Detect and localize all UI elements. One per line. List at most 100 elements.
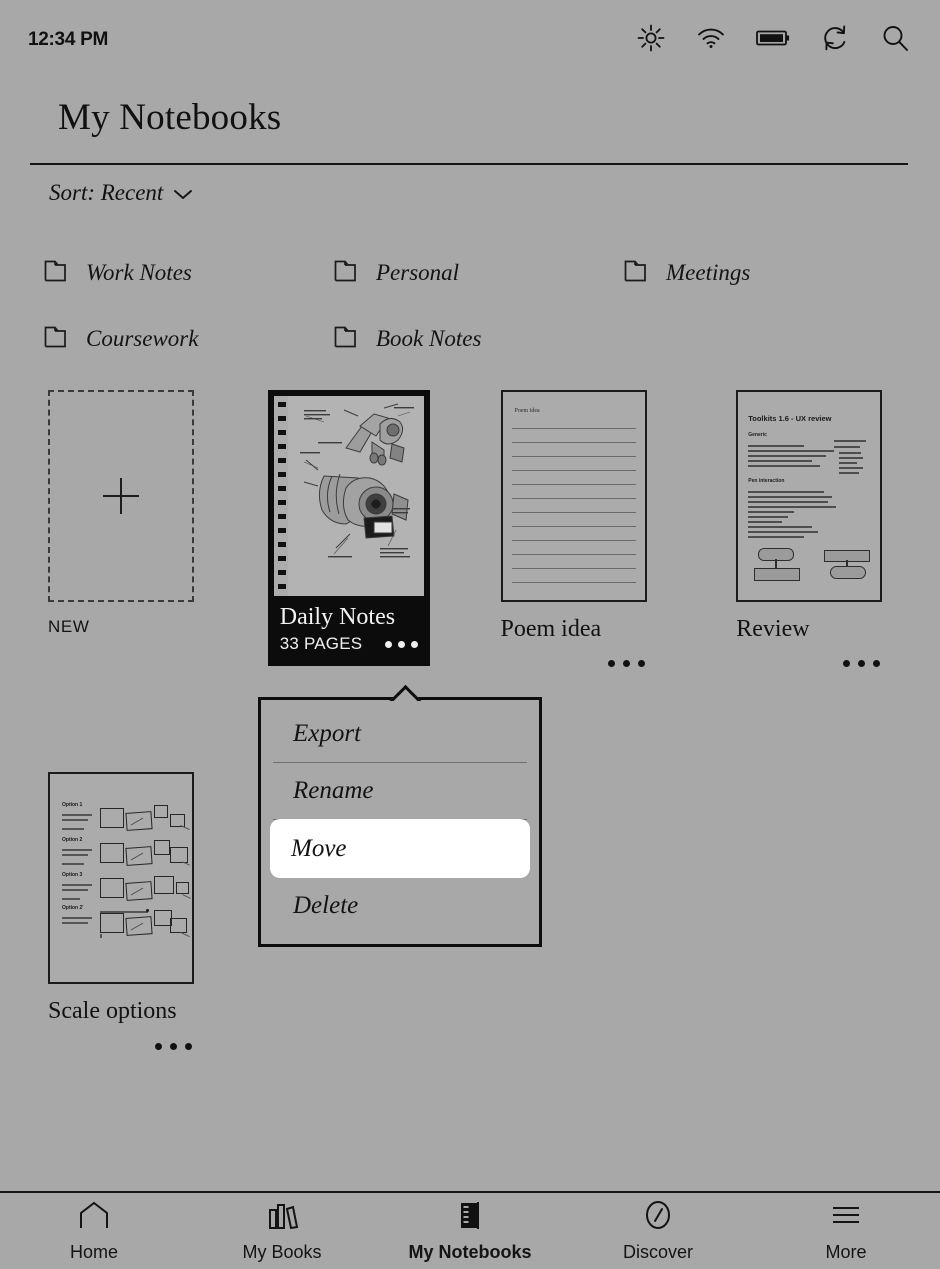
notebook-overflow-menu-button[interactable] xyxy=(48,1037,194,1055)
folder-icon xyxy=(44,325,70,353)
folder-item-personal[interactable]: Personal xyxy=(334,259,624,287)
nav-item-home[interactable]: Home xyxy=(0,1200,188,1263)
sketch-thumbnail-art xyxy=(274,396,424,596)
spiral-binding xyxy=(277,396,287,596)
folder-item-coursework[interactable]: Coursework xyxy=(44,325,334,353)
new-notebook-cell: NEW xyxy=(48,390,252,672)
folder-icon xyxy=(334,259,360,287)
chevron-down-icon xyxy=(173,180,193,206)
thumbnail-option-label: Option 2' xyxy=(62,905,84,912)
folder-list: Work Notes Personal Meetings Coursework … xyxy=(44,240,914,372)
bottom-navigation-bar: Home My Books My Notebooks Discover More xyxy=(0,1191,940,1269)
notebook-cell-poem-idea: Poem idea Poem idea xyxy=(500,390,705,672)
notebook-grid-row: NEW Daily Notes 33 PAGES Poem idea Poem … xyxy=(0,390,940,672)
nav-item-discover[interactable]: Discover xyxy=(564,1200,752,1263)
context-menu: Export Rename Move Delete xyxy=(258,697,542,947)
context-menu-item-rename[interactable]: Rename xyxy=(273,763,527,820)
folder-item-work-notes[interactable]: Work Notes xyxy=(44,259,334,287)
notebook-icon xyxy=(453,1200,487,1235)
nav-item-my-notebooks[interactable]: My Notebooks xyxy=(376,1200,564,1263)
title-divider xyxy=(30,163,908,165)
notebook-card-meta: Daily Notes 33 PAGES xyxy=(273,596,424,667)
dot xyxy=(843,660,851,668)
nav-label: My Books xyxy=(242,1241,322,1262)
thumbnail-section-heading: Pen interaction xyxy=(748,478,785,484)
nav-item-more[interactable]: More xyxy=(752,1200,940,1263)
dot xyxy=(410,641,418,649)
sort-label: Sort: Recent xyxy=(49,180,164,205)
dot xyxy=(155,1042,162,1050)
status-icon-group xyxy=(636,23,910,58)
books-icon xyxy=(265,1200,299,1235)
notebook-thumbnail[interactable]: Toolkits 1.6 - UX review Generic Pen int… xyxy=(736,390,883,602)
dot xyxy=(622,660,630,668)
new-notebook-label: NEW xyxy=(48,617,90,636)
context-menu-item-delete[interactable]: Delete xyxy=(273,877,527,934)
thumbnail-doc-title: Toolkits 1.6 - UX review xyxy=(748,414,832,423)
dot xyxy=(397,641,405,649)
diagram-thumbnail-art: Option 1 Option 2 Option 3 Option 2' xyxy=(50,774,192,983)
folder-icon xyxy=(334,325,360,353)
folder-label: Personal xyxy=(376,260,460,285)
notebook-thumbnail[interactable]: Poem idea xyxy=(500,390,647,602)
wifi-icon[interactable] xyxy=(696,26,726,55)
dot xyxy=(384,641,392,649)
brightness-icon[interactable] xyxy=(636,23,666,58)
folder-icon xyxy=(624,259,650,287)
status-clock: 12:34 PM xyxy=(28,29,108,50)
notebook-cell-review: Toolkits 1.6 - UX review Generic Pen int… xyxy=(736,390,940,672)
battery-icon[interactable] xyxy=(756,28,790,53)
folder-row: Work Notes Personal Meetings xyxy=(44,240,914,306)
dot xyxy=(858,660,866,668)
new-notebook-button[interactable] xyxy=(48,390,194,602)
notebook-title: Daily Notes xyxy=(279,604,396,630)
notebook-cell-scale-options: Option 1 Option 2 Option 3 Option 2' Sca… xyxy=(48,772,267,1054)
notebook-thumbnail[interactable]: Option 1 Option 2 Option 3 Option 2' xyxy=(48,772,194,985)
dot xyxy=(170,1042,177,1050)
ruled-page-art: Poem idea xyxy=(502,392,645,600)
notebook-title: Review xyxy=(736,616,810,642)
notebook-page-count: 33 PAGES xyxy=(279,634,363,654)
context-menu-item-export[interactable]: Export xyxy=(273,706,527,763)
folder-item-book-notes[interactable]: Book Notes xyxy=(334,325,624,353)
compass-icon xyxy=(641,1200,675,1235)
dot xyxy=(873,660,881,668)
notebook-overflow-menu-button[interactable] xyxy=(379,635,418,653)
dot xyxy=(185,1042,192,1050)
notebook-title: Poem idea xyxy=(500,616,602,642)
home-icon xyxy=(77,1200,111,1235)
sort-control[interactable]: Sort: Recent xyxy=(49,180,193,206)
notebook-thumbnail xyxy=(273,396,424,596)
sync-icon[interactable] xyxy=(820,23,850,58)
folder-label: Work Notes xyxy=(86,260,192,285)
nav-label: My Notebooks xyxy=(408,1241,532,1262)
dot xyxy=(637,660,645,668)
thumbnail-heading-text: Poem idea xyxy=(514,408,540,414)
notebook-title: Scale options xyxy=(48,998,177,1025)
nav-item-my-books[interactable]: My Books xyxy=(188,1200,376,1263)
hamburger-icon xyxy=(829,1200,863,1235)
context-menu-pointer xyxy=(389,684,421,701)
document-thumbnail-art: Toolkits 1.6 - UX review Generic Pen int… xyxy=(738,392,881,600)
thumbnail-option-label: Option 2 xyxy=(62,837,83,844)
folder-label: Coursework xyxy=(86,326,199,351)
notebook-overflow-menu-button[interactable] xyxy=(736,654,882,672)
folder-label: Meetings xyxy=(666,260,751,285)
notebook-card-selected[interactable]: Daily Notes 33 PAGES xyxy=(267,390,430,667)
nav-label: Discover xyxy=(622,1241,693,1262)
nav-label: Home xyxy=(69,1241,118,1262)
folder-label: Book Notes xyxy=(376,326,482,351)
notebook-overflow-menu-button[interactable] xyxy=(501,654,647,672)
folder-item-meetings[interactable]: Meetings xyxy=(624,259,914,287)
context-menu-item-move[interactable]: Move xyxy=(271,820,529,877)
thumbnail-option-label: Option 1 xyxy=(62,802,83,809)
thumbnail-option-label: Option 3 xyxy=(62,872,83,879)
nav-label: More xyxy=(825,1241,867,1262)
status-bar: 12:34 PM xyxy=(0,0,940,80)
plus-icon xyxy=(103,478,139,514)
folder-icon xyxy=(44,259,70,287)
thumbnail-section-heading: Generic xyxy=(748,432,767,438)
notebook-cell-daily-notes: Daily Notes 33 PAGES xyxy=(267,390,476,672)
search-icon[interactable] xyxy=(880,23,910,58)
page-title: My Notebooks xyxy=(58,97,282,138)
